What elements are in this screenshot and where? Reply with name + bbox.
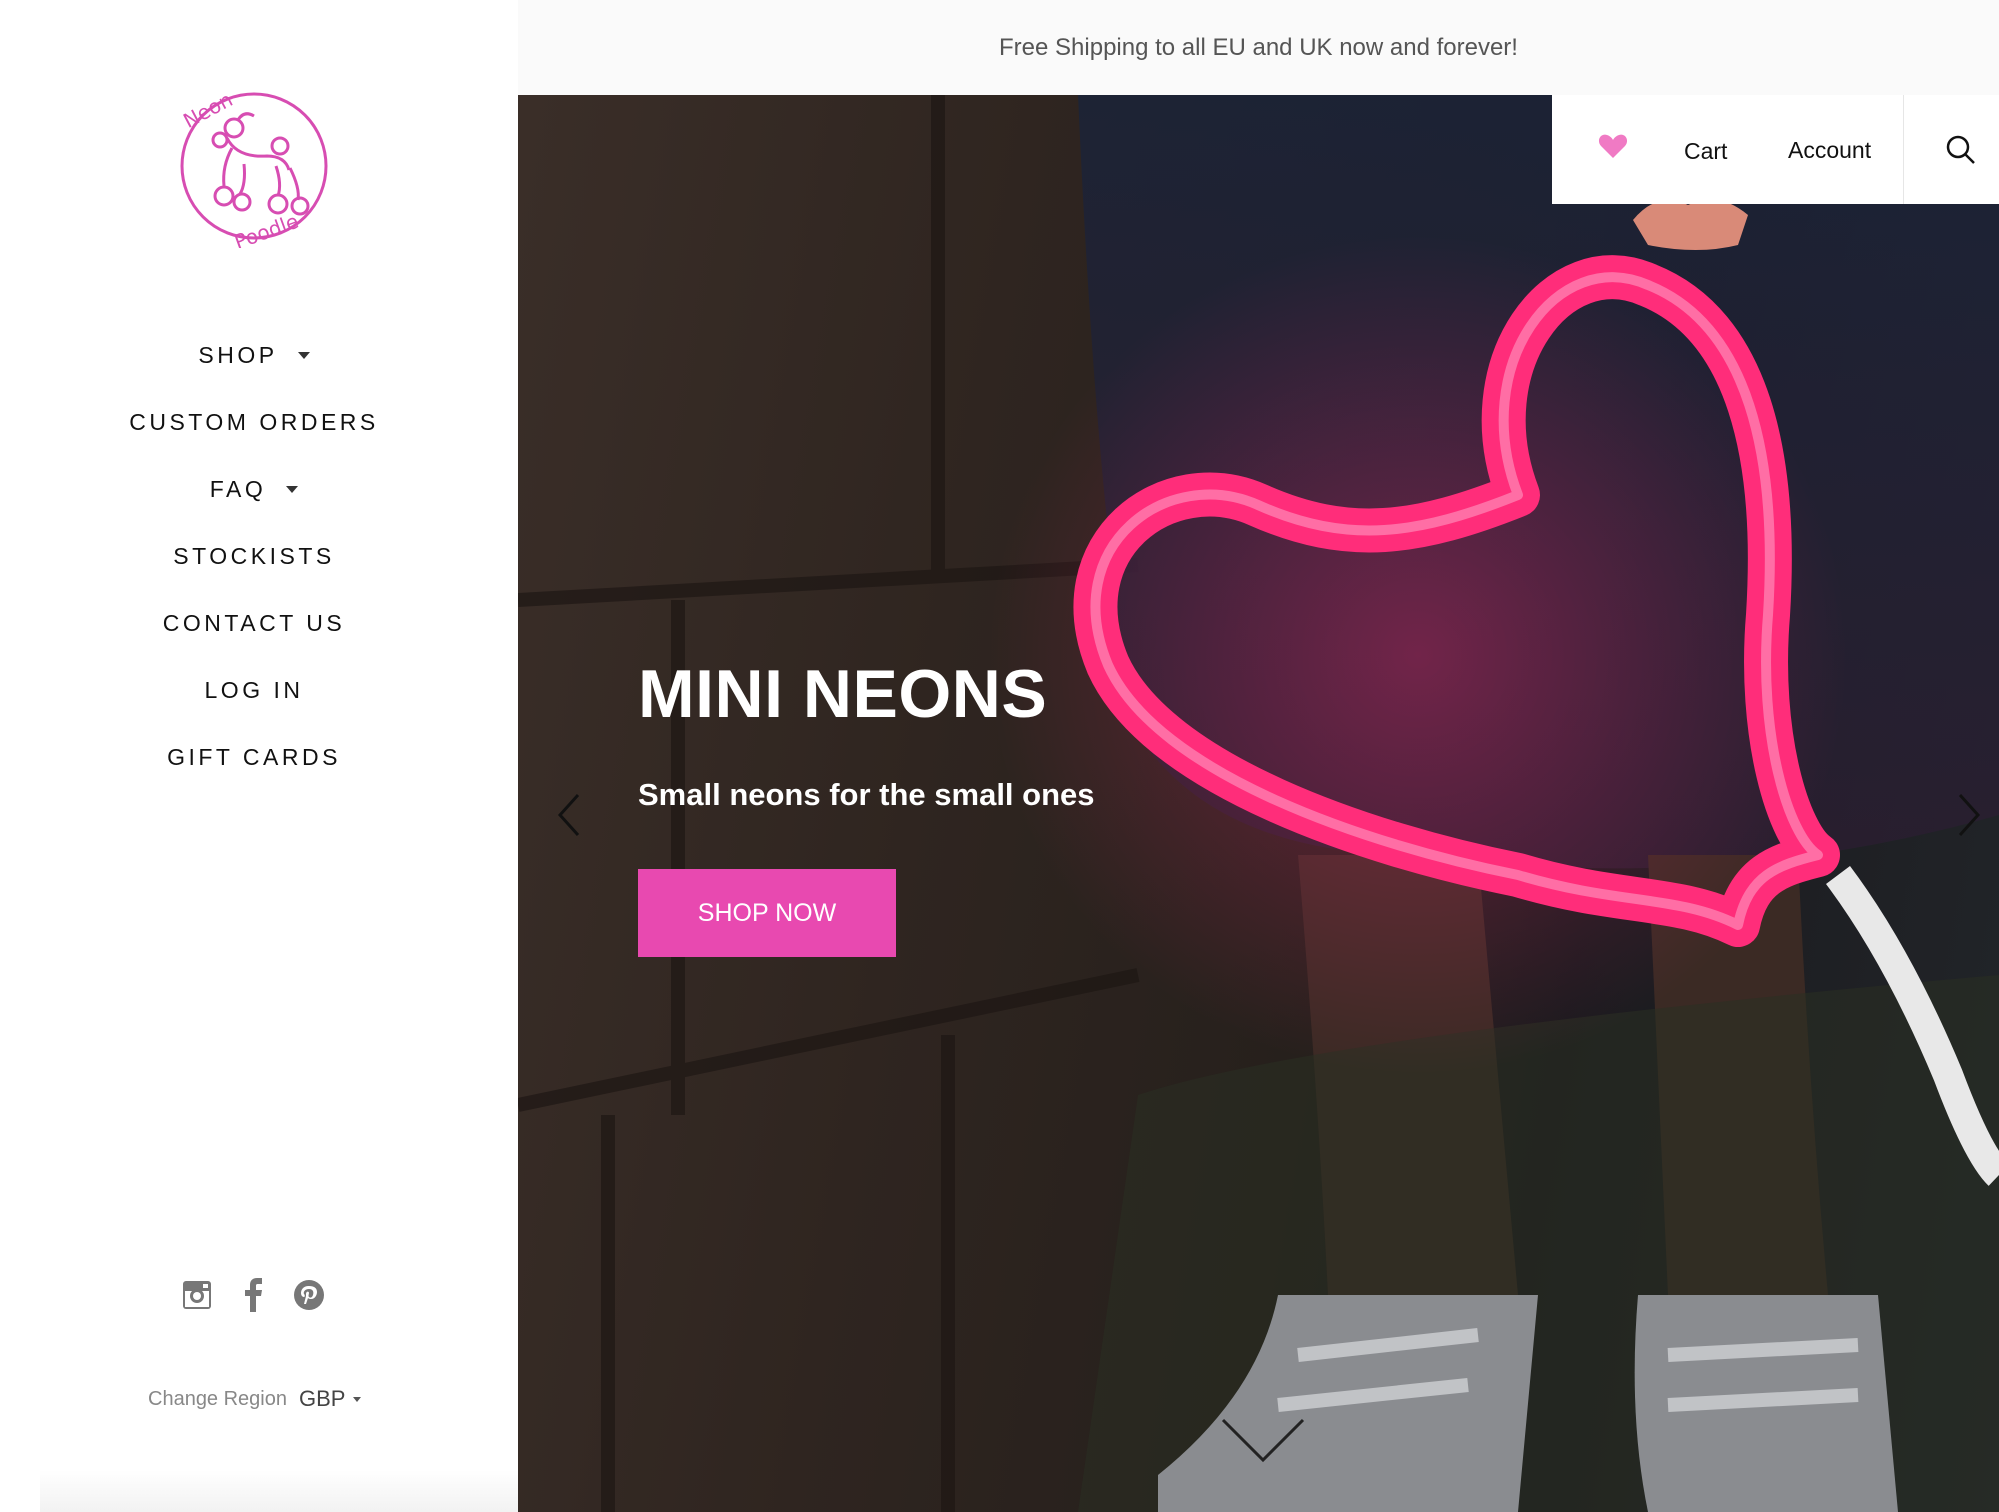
instagram-icon[interactable] — [180, 1278, 214, 1312]
nav-label: CUSTOM ORDERS — [129, 409, 379, 435]
caret-down-icon — [297, 352, 310, 359]
account-link[interactable]: Account — [1788, 137, 1871, 164]
announcement-text: Free Shipping to all EU and UK now and f… — [999, 33, 1518, 61]
nav-item-shop[interactable]: SHOP — [0, 322, 508, 389]
main-nav: SHOP CUSTOM ORDERS FAQ STOCKISTS CONTACT… — [0, 322, 508, 791]
heart-icon[interactable] — [1598, 133, 1628, 159]
chevron-down-icon[interactable] — [1218, 1415, 1308, 1465]
neon-poodle-logo[interactable]: Neon Poodle — [172, 78, 332, 248]
nav-label: STOCKISTS — [173, 543, 335, 569]
nav-item-stockists[interactable]: STOCKISTS — [0, 523, 508, 590]
caret-down-icon — [286, 486, 299, 493]
chevron-right-icon[interactable] — [1948, 785, 1988, 845]
currency-value: GBP — [299, 1386, 346, 1411]
sidebar-bottom-fade — [40, 1470, 518, 1512]
header-divider — [1903, 95, 1904, 204]
region-selector[interactable]: Change Region GBP — [148, 1386, 362, 1412]
shop-now-button[interactable]: SHOP NOW — [638, 869, 896, 957]
search-icon[interactable] — [1945, 134, 1977, 166]
nav-label: LOG IN — [204, 677, 304, 703]
hero-slider: MINI NEONS Small neons for the small one… — [518, 95, 1999, 1512]
region-label: Change Region — [148, 1387, 287, 1410]
sidebar: Neon Poodle SHOP CUSTOM ORDERS FAQ STOCK… — [0, 0, 518, 1512]
social-links — [180, 1278, 326, 1312]
facebook-icon[interactable] — [236, 1278, 270, 1312]
nav-item-custom-orders[interactable]: CUSTOM ORDERS — [0, 389, 508, 456]
nav-item-faq[interactable]: FAQ — [0, 456, 508, 523]
nav-label: FAQ — [209, 476, 267, 502]
nav-item-log-in[interactable]: LOG IN — [0, 657, 508, 724]
header-actions: Cart Account — [1552, 95, 1999, 204]
nav-label: CONTACT US — [162, 610, 346, 636]
cart-link[interactable]: Cart — [1684, 138, 1727, 165]
nav-item-gift-cards[interactable]: GIFT CARDS — [0, 724, 508, 791]
nav-item-contact-us[interactable]: CONTACT US — [0, 590, 508, 657]
svg-text:Neon: Neon — [179, 87, 236, 133]
hero-subtitle: Small neons for the small ones — [638, 777, 1095, 812]
hero-title: MINI NEONS — [638, 656, 1048, 732]
pinterest-icon[interactable] — [292, 1278, 326, 1312]
nav-label: GIFT CARDS — [167, 744, 341, 770]
svg-text:Poodle: Poodle — [231, 209, 302, 248]
announcement-bar: Free Shipping to all EU and UK now and f… — [518, 0, 1999, 95]
nav-label: SHOP — [198, 342, 278, 368]
chevron-left-icon[interactable] — [550, 785, 590, 845]
caret-down-icon — [353, 1396, 362, 1402]
